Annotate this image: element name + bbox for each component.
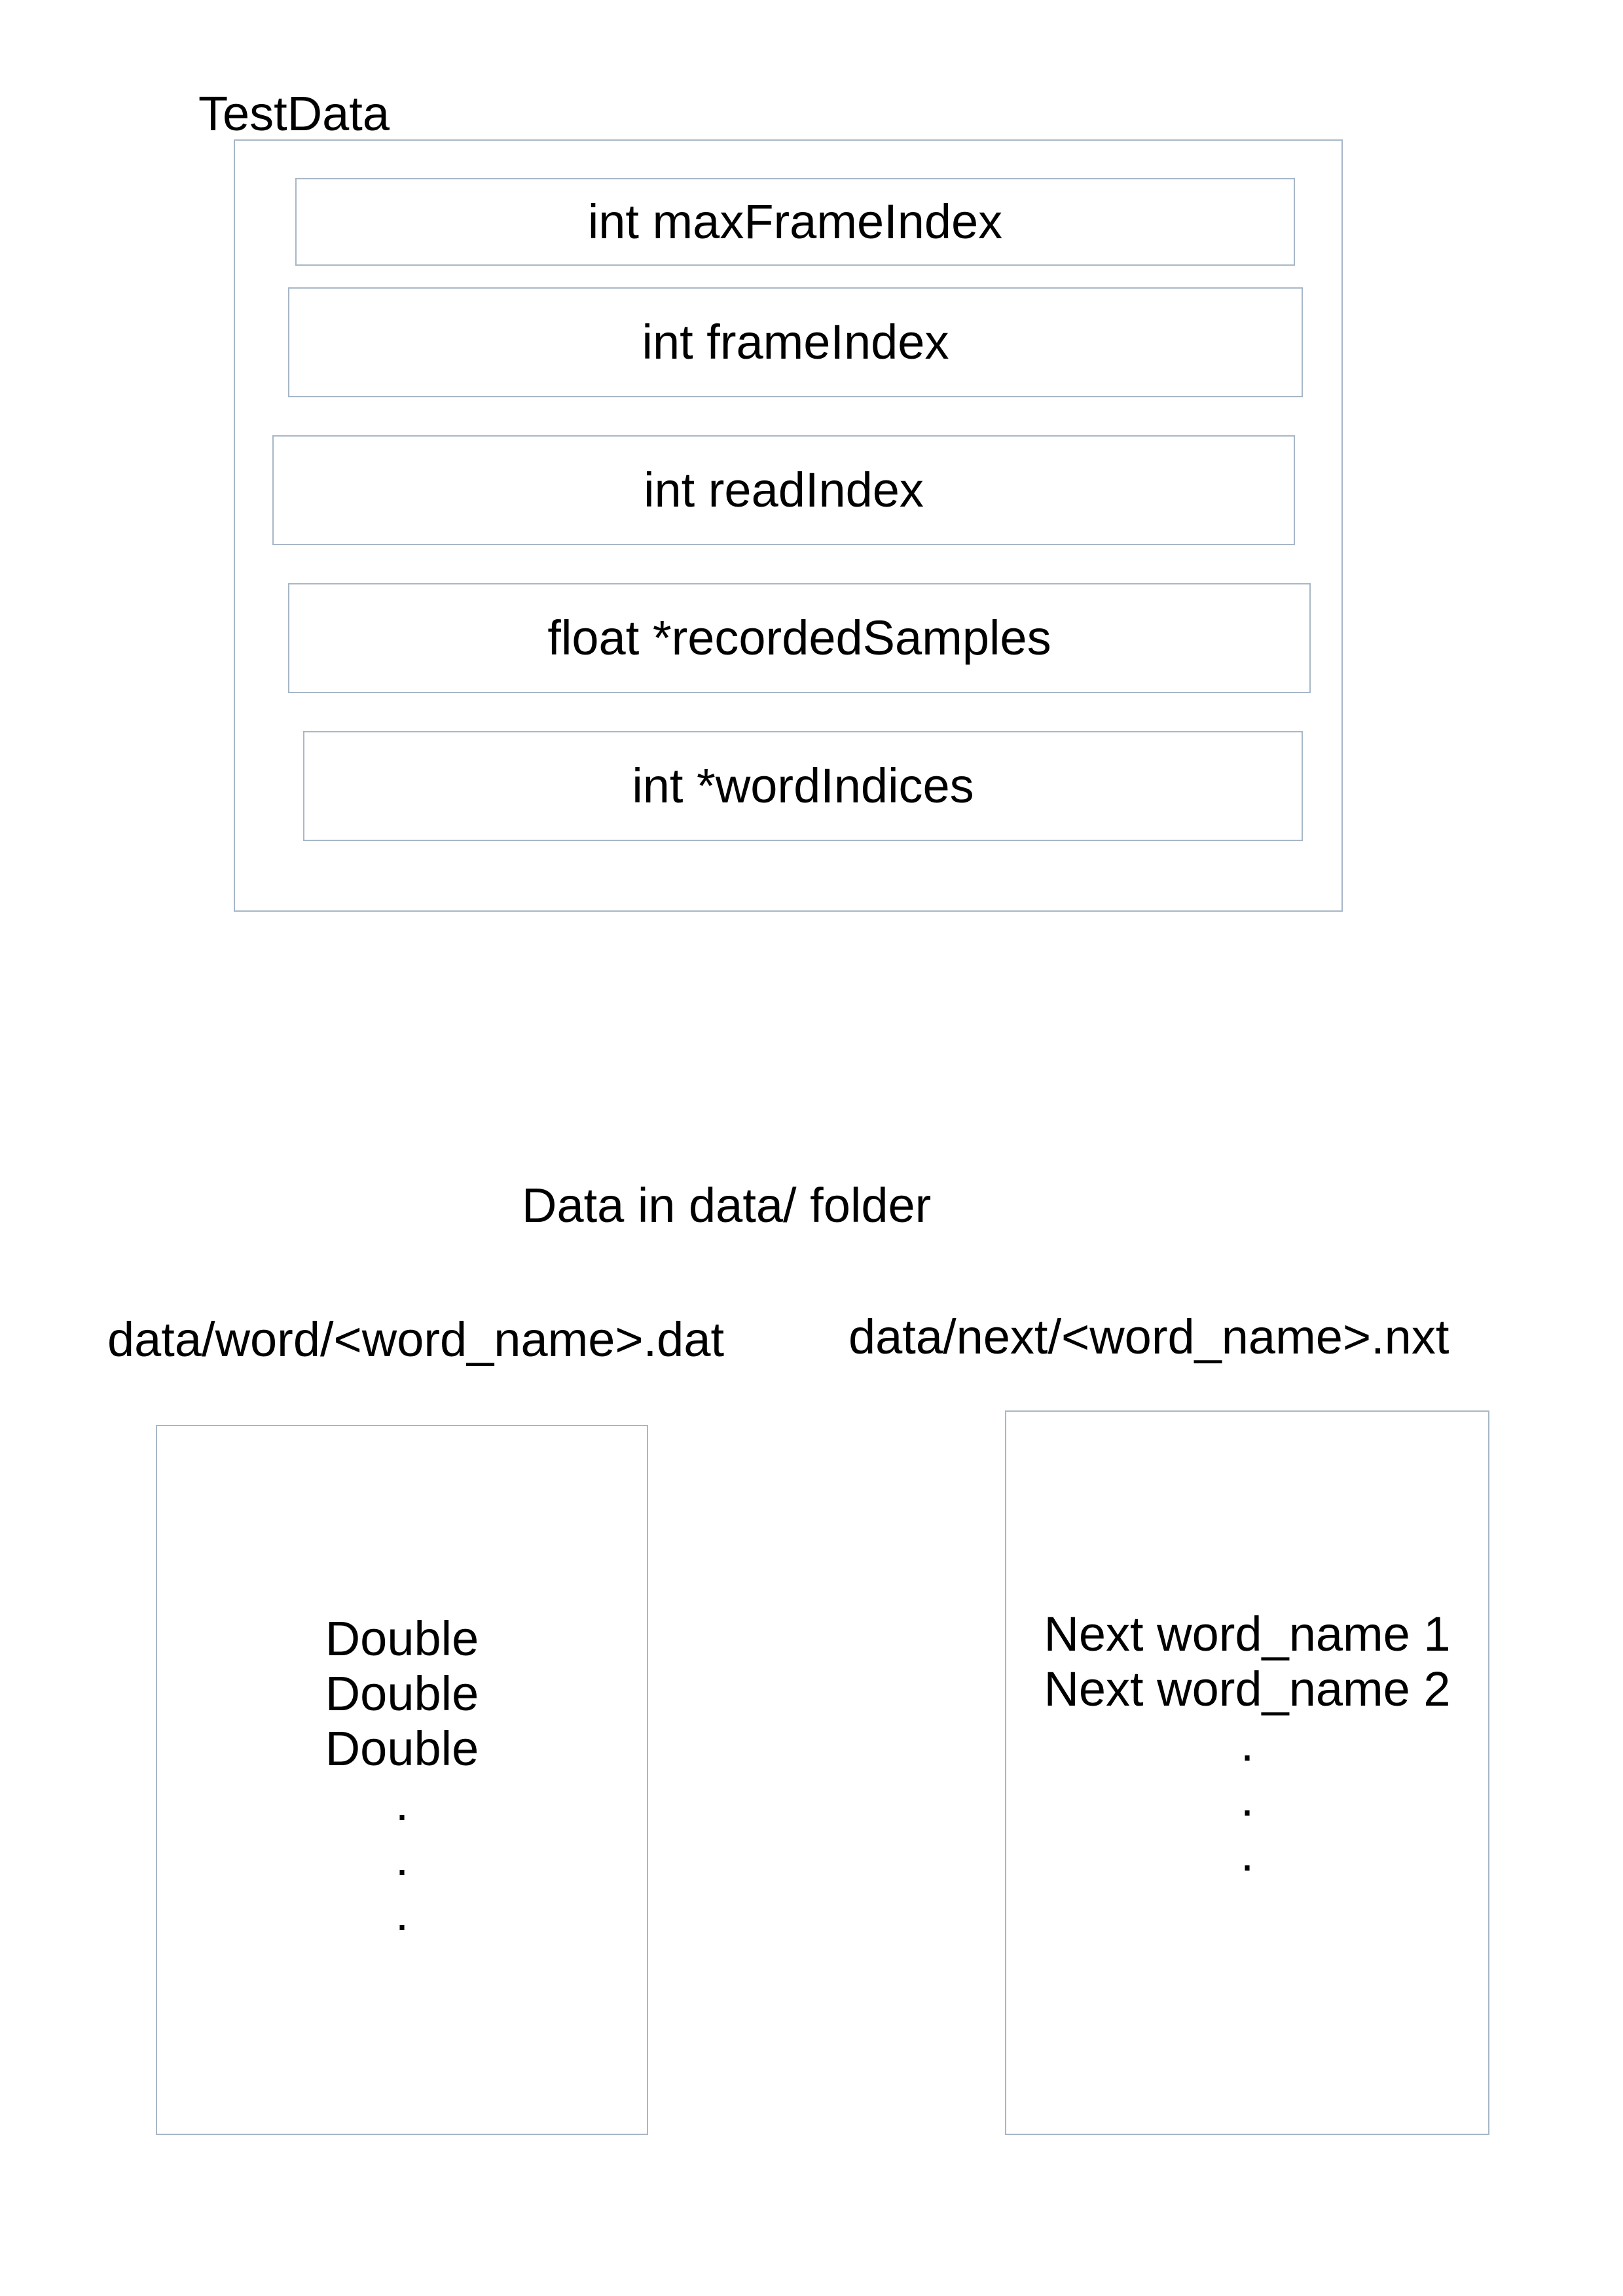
word-file-content: Double Double Double . . .	[156, 1611, 648, 1941]
word-file-line: Double	[325, 1666, 479, 1721]
continuation-dot: .	[1240, 1827, 1254, 1881]
next-file-content: Next word_name 1 Next word_name 2 . . .	[1005, 1607, 1489, 1882]
continuation-dot: .	[395, 1776, 409, 1831]
next-file-line: Next word_name 2	[1044, 1662, 1451, 1716]
continuation-dot: .	[1240, 1717, 1254, 1771]
continuation-dot: .	[395, 1886, 409, 1941]
field-frame-index: int frameIndex	[288, 287, 1303, 397]
next-file-line: Next word_name 1	[1044, 1607, 1451, 1661]
word-file-line: Double	[325, 1721, 479, 1776]
field-read-index: int readIndex	[272, 435, 1295, 545]
field-max-frame-index: int maxFrameIndex	[295, 178, 1295, 266]
word-file-line: Double	[325, 1611, 479, 1666]
next-file-path: data/next/<word_name>.nxt	[848, 1310, 1450, 1364]
struct-title: TestData	[198, 86, 390, 141]
word-file-path: data/word/<word_name>.dat	[107, 1312, 725, 1367]
data-section-title: Data in data/ folder	[522, 1178, 932, 1232]
continuation-dot: .	[1240, 1772, 1254, 1826]
field-word-indices: int *wordIndices	[303, 731, 1303, 841]
field-recorded-samples: float *recordedSamples	[288, 583, 1311, 693]
continuation-dot: .	[395, 1831, 409, 1886]
